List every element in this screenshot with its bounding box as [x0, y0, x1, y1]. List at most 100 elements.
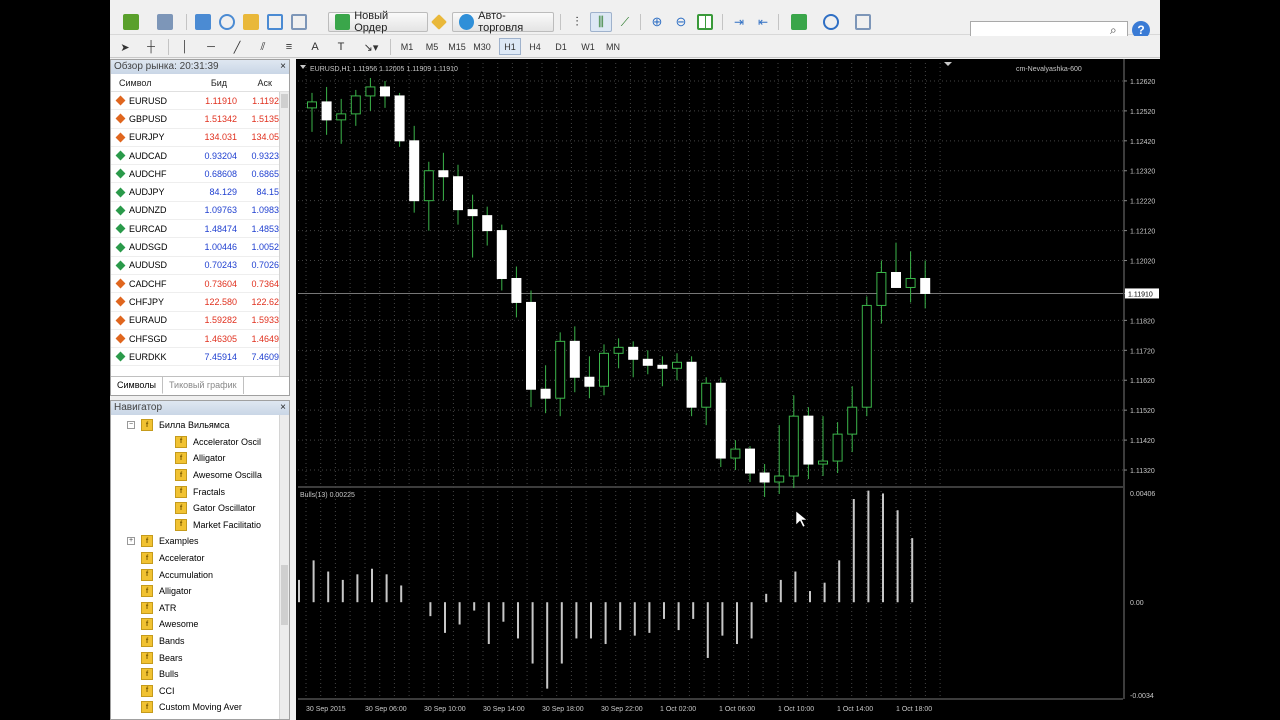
navigator-item[interactable]: f ATR — [141, 600, 279, 617]
navigator-item[interactable]: f Awesome Oscilla — [175, 467, 279, 484]
expand-toggle-icon[interactable]: + — [127, 537, 135, 546]
table-row[interactable]: CADCHF 0.73604 0.73644 — [111, 275, 289, 294]
crosshair-tool[interactable]: ┼ — [142, 38, 160, 56]
table-row[interactable]: AUDSGD 1.00446 1.00525 — [111, 238, 289, 257]
navigator-item[interactable]: f Fractals — [175, 483, 279, 500]
toolbar-separator — [168, 39, 169, 55]
indicators-button[interactable] — [784, 12, 814, 32]
timeframe-m30[interactable]: M30 — [471, 38, 493, 55]
timeframe-w1[interactable]: W1 — [577, 38, 599, 55]
table-row[interactable]: AUDCHF 0.68608 0.68650 — [111, 165, 289, 184]
column-ask[interactable]: Аск — [227, 78, 272, 88]
table-row[interactable]: AUDUSD 0.70243 0.70265 — [111, 257, 289, 275]
new-chart-button[interactable] — [116, 12, 146, 32]
navigator-item[interactable]: f Awesome — [141, 616, 279, 633]
chart-canvas[interactable]: 30 Sep 2015 30 Sep 06:00 30 Sep 10:00 30 Se… — [296, 59, 1160, 720]
timeframe-d1[interactable]: D1 — [550, 38, 572, 55]
scrollbar-thumb[interactable] — [281, 94, 288, 108]
line-chart-button[interactable]: ⟋ — [614, 12, 636, 32]
scrollbar-thumb[interactable] — [281, 565, 288, 625]
chart-shift-marker-icon[interactable] — [944, 62, 952, 66]
navigator-item[interactable]: f Bulls — [141, 666, 279, 683]
trendline-tool[interactable]: ╱ — [228, 38, 246, 56]
trendline-icon: ╱ — [233, 41, 241, 54]
navigator-item[interactable]: f Accumulation — [141, 566, 279, 583]
navigator-item[interactable]: f Accelerator Oscil — [175, 434, 279, 451]
zoom-in-button[interactable]: ⊕ — [646, 12, 668, 32]
search-icon[interactable]: ⌕ — [1110, 23, 1124, 37]
chart-window[interactable]: 30 Sep 2015 30 Sep 06:00 30 Sep 10:00 30 Se… — [296, 59, 1160, 720]
zoom-out-button[interactable]: ⊖ — [670, 12, 692, 32]
symbol-cell: AUDJPY — [129, 187, 165, 198]
channel-tool[interactable]: ⫽ — [254, 38, 272, 56]
horizontal-line-tool[interactable]: ─ — [202, 38, 220, 56]
timeframe-m1[interactable]: M1 — [396, 38, 418, 55]
navigator-item[interactable]: − f Билла Вильямса — [127, 417, 265, 434]
autoscroll-button[interactable]: ⇥ — [728, 12, 750, 32]
timeframe-h1[interactable]: H1 — [499, 38, 521, 55]
close-icon[interactable]: × — [280, 60, 286, 74]
fibonacci-tool[interactable]: ≡ — [280, 38, 298, 56]
candlestick-chart-button[interactable]: ⫼ — [590, 12, 612, 32]
tile-windows-button[interactable] — [694, 12, 716, 32]
navigator-item[interactable]: f Bears — [141, 649, 279, 666]
new-order-button[interactable]: Новый Ордер — [328, 10, 428, 34]
navigator-item[interactable]: f Gator Oscillator — [175, 500, 279, 517]
table-row[interactable]: CHFSGD 1.46305 1.46494 — [111, 330, 289, 349]
navigator-scrollbar[interactable] — [279, 415, 289, 719]
table-row[interactable]: CHFJPY 122.580 122.621 — [111, 293, 289, 312]
navigator-item[interactable]: f Bands — [141, 633, 279, 650]
candle-body — [832, 433, 843, 462]
navigator-item[interactable]: f Alligator — [175, 450, 279, 467]
tab-symbols[interactable]: Символы — [111, 377, 163, 394]
main-toolbar: Новый Ордер Авто-торговля ⫶ ⫼ ⟋ ⊕ ⊖ ⇥ ⇤ … — [110, 9, 1160, 39]
zoom-out-icon: ⊖ — [675, 14, 687, 29]
navigator-item[interactable]: f Market Facilitatio — [175, 517, 279, 534]
table-row[interactable]: EURJPY 134.031 134.050 — [111, 129, 289, 147]
table-row[interactable]: GBPUSD 1.51342 1.51358 — [111, 110, 289, 129]
table-row[interactable]: AUDJPY 84.129 84.152 — [111, 183, 289, 202]
text-tool[interactable]: A — [306, 38, 324, 56]
column-bid[interactable]: Бид — [181, 78, 227, 88]
vertical-line-tool[interactable]: │ — [176, 38, 194, 56]
navigator-item[interactable]: f Accelerator — [141, 550, 279, 567]
arrows-tool[interactable]: ↘▾ — [358, 38, 384, 56]
cursor-tool[interactable]: ➤ — [116, 38, 134, 56]
table-row[interactable]: EURCAD 1.48474 1.48530 — [111, 220, 289, 239]
bid-cell: 1.09763 — [204, 205, 237, 216]
periods-button[interactable] — [816, 12, 846, 32]
tab-tick-chart[interactable]: Тиковый график — [163, 377, 244, 394]
table-row[interactable]: EURDKK 7.45914 7.46097 — [111, 348, 289, 367]
navigator-item[interactable]: f Alligator — [141, 583, 279, 600]
profiles-icon — [157, 14, 173, 30]
market-watch-scrollbar[interactable] — [279, 92, 289, 376]
expand-toggle-icon[interactable]: − — [127, 421, 135, 430]
navigator-toggle[interactable] — [240, 12, 262, 32]
table-row[interactable]: AUDNZD 1.09763 1.09832 — [111, 202, 289, 221]
market-watch-toggle[interactable] — [192, 12, 214, 32]
close-icon[interactable]: × — [280, 401, 286, 415]
table-row[interactable]: EURAUD 1.59282 1.59331 — [111, 312, 289, 330]
navigator-item[interactable]: f CCI — [141, 683, 279, 700]
tester-toggle[interactable] — [288, 12, 310, 32]
symbol-cell: AUDNZD — [129, 205, 167, 216]
chart-symbol-dropdown-icon[interactable] — [300, 65, 306, 69]
navigator-item[interactable]: + f Examples — [127, 533, 265, 550]
bar-chart-button[interactable]: ⫶ — [566, 12, 588, 32]
data-window-toggle[interactable] — [216, 12, 238, 32]
metaeditor-button[interactable] — [428, 12, 450, 32]
timeframe-m15[interactable]: M15 — [446, 38, 468, 55]
terminal-toggle[interactable] — [264, 12, 286, 32]
timeframe-h4[interactable]: H4 — [524, 38, 546, 55]
table-row[interactable]: AUDCAD 0.93204 0.93237 — [111, 147, 289, 166]
chart-shift-button[interactable]: ⇤ — [752, 12, 774, 32]
navigator-item[interactable]: f Custom Moving Aver — [141, 699, 279, 716]
timeframe-mn[interactable]: MN — [602, 38, 624, 55]
autotrading-button[interactable]: Авто-торговля — [452, 10, 554, 34]
timeframe-m5[interactable]: M5 — [421, 38, 443, 55]
table-row[interactable]: EURUSD 1.11910 1.11923 — [111, 92, 289, 111]
profiles-button[interactable] — [150, 12, 180, 32]
templates-button[interactable] — [848, 12, 878, 32]
column-symbol[interactable]: Символ — [111, 78, 181, 88]
text-label-tool[interactable]: T — [332, 38, 350, 56]
